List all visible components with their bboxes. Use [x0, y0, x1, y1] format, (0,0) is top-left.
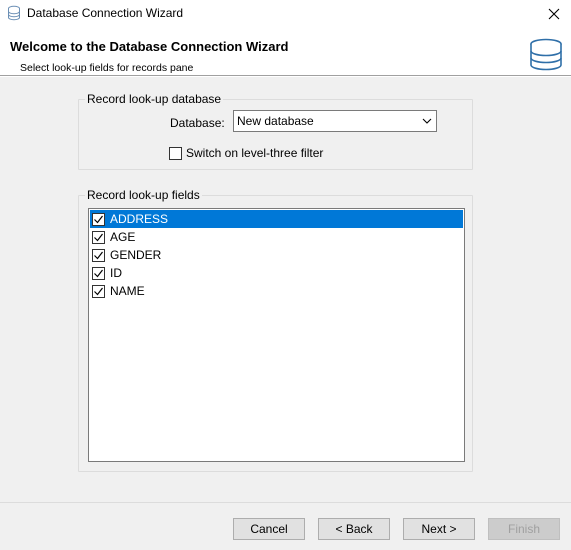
window-title: Database Connection Wizard — [27, 6, 184, 20]
checkmark-icon — [94, 251, 103, 259]
list-item-label: ID — [110, 266, 122, 280]
chevron-down-icon — [422, 118, 432, 124]
wizard-content: Record look-up database Database: New da… — [0, 77, 571, 502]
checkbox-checked[interactable] — [92, 266, 105, 280]
list-item-gender[interactable]: GENDER — [90, 246, 463, 264]
database-select[interactable]: New database — [233, 110, 437, 132]
wizard-subheading: Select look-up fields for records pane — [20, 62, 194, 74]
checkbox-box[interactable] — [169, 146, 182, 160]
list-item-name[interactable]: NAME — [90, 282, 463, 300]
back-button[interactable]: < Back — [318, 518, 390, 540]
wizard-header: Welcome to the Database Connection Wizar… — [0, 28, 571, 76]
list-item-id[interactable]: ID — [90, 264, 463, 282]
list-item-label: ADDRESS — [110, 212, 169, 226]
list-item-label: GENDER — [110, 248, 162, 262]
list-item-label: AGE — [110, 230, 136, 244]
checkmark-icon — [94, 269, 103, 277]
database-select-value: New database — [237, 114, 314, 128]
wizard-footer: Cancel < Back Next > Finish — [0, 502, 571, 550]
next-button[interactable]: Next > — [403, 518, 475, 540]
close-icon — [548, 8, 560, 20]
lookup-database-legend: Record look-up database — [85, 92, 224, 106]
list-item-label: NAME — [110, 284, 145, 298]
lookup-database-group: Record look-up database Database: New da… — [78, 92, 473, 170]
level-three-filter-label: Switch on level-three filter — [186, 146, 324, 160]
list-item-age[interactable]: AGE — [90, 228, 463, 246]
checkmark-icon — [94, 287, 103, 295]
checkbox-checked[interactable] — [92, 230, 105, 244]
wizard-heading: Welcome to the Database Connection Wizar… — [10, 39, 289, 54]
finish-button[interactable]: Finish — [488, 518, 560, 540]
checkbox-checked[interactable] — [92, 248, 105, 262]
database-icon — [530, 38, 562, 71]
database-app-icon — [8, 5, 20, 21]
lookup-fields-group: Record look-up fields ADDRESS AGE GENDER — [78, 188, 473, 472]
checkbox-checked[interactable] — [92, 284, 105, 298]
database-label: Database: — [170, 116, 225, 130]
cancel-button[interactable]: Cancel — [233, 518, 305, 540]
lookup-fields-list[interactable]: ADDRESS AGE GENDER ID NAME — [88, 208, 465, 462]
checkbox-checked[interactable] — [92, 212, 105, 226]
checkmark-icon — [94, 233, 103, 241]
list-item-address[interactable]: ADDRESS — [90, 210, 463, 228]
lookup-fields-legend: Record look-up fields — [85, 188, 202, 202]
close-button[interactable] — [537, 0, 571, 28]
title-bar: Database Connection Wizard — [0, 0, 571, 28]
level-three-filter-checkbox[interactable]: Switch on level-three filter — [169, 146, 323, 160]
checkmark-icon — [94, 215, 103, 223]
